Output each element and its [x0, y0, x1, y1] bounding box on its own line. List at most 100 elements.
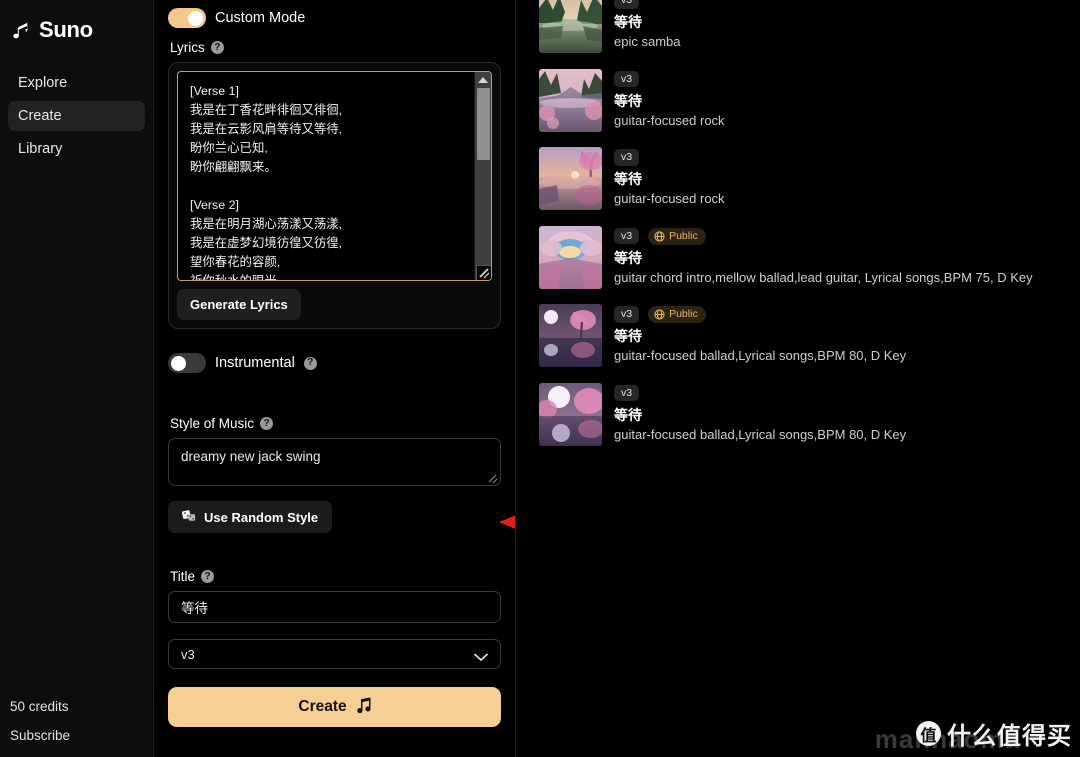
- song-meta: v3 等待 guitar-focused rock: [614, 69, 725, 129]
- public-badge-label: Public: [669, 229, 698, 242]
- watermark: 值 什么值得买: [916, 716, 1072, 751]
- song-description: guitar chord intro,mellow ballad,lead gu…: [614, 269, 1033, 285]
- song-title: 等待: [614, 249, 642, 266]
- sidebar-footer: 50 credits Subscribe: [0, 699, 153, 743]
- song-artwork[interactable]: [539, 0, 602, 53]
- song-description: guitar-focused ballad,Lyrical songs,BPM …: [614, 426, 907, 442]
- lyrics-label: Lyrics: [170, 40, 205, 55]
- public-badge-label: Public: [669, 308, 698, 321]
- song-title: 等待: [614, 171, 642, 187]
- resize-handle-icon[interactable]: [476, 265, 491, 280]
- scroll-up-icon[interactable]: [474, 72, 491, 87]
- song-badges: v3: [614, 70, 725, 89]
- song-badges: v3 Public: [614, 305, 906, 324]
- sidebar-item-library[interactable]: Library: [8, 134, 145, 164]
- use-random-style-button[interactable]: Use Random Style: [168, 501, 333, 533]
- song-description: guitar-focused rock: [614, 112, 725, 128]
- lyrics-textarea[interactable]: [Verse 1] 我是在丁香花畔徘徊又徘徊, 我是在云影风肩等待又等待, 盼你…: [177, 71, 492, 281]
- song-artwork[interactable]: [539, 68, 602, 132]
- custom-mode-row: Custom Mode: [168, 0, 501, 28]
- help-icon[interactable]: ?: [201, 570, 215, 583]
- song-title: 等待: [614, 406, 642, 423]
- song-description: guitar-focused rock: [614, 191, 725, 206]
- song-list-item[interactable]: v3 等待 guitar-focused rock: [539, 147, 1080, 226]
- custom-mode-label: Custom Mode: [215, 10, 306, 26]
- song-artwork[interactable]: [539, 225, 602, 289]
- suno-create-page: Suno Explore Create Library 50 credits S…: [0, 0, 1080, 757]
- style-of-music-input[interactable]: [168, 438, 501, 486]
- dice-icon: [181, 509, 196, 525]
- song-badges: v3 Public: [614, 227, 1033, 246]
- song-title: 等待: [614, 14, 642, 30]
- song-list-item[interactable]: v3 等待 guitar-focused ballad,Lyrical song…: [539, 382, 1080, 462]
- help-icon[interactable]: ?: [210, 41, 224, 54]
- song-badges: v3: [614, 0, 680, 10]
- sidebar: Suno Explore Create Library 50 credits S…: [0, 0, 154, 757]
- title-input[interactable]: [168, 591, 501, 623]
- instrumental-row: Instrumental ?: [168, 345, 501, 373]
- subscribe-link[interactable]: Subscribe: [10, 728, 153, 743]
- song-artwork[interactable]: [539, 304, 602, 367]
- version-badge: v3: [614, 149, 640, 166]
- song-badges: v3: [614, 148, 725, 167]
- globe-icon: [654, 230, 665, 242]
- song-description: guitar-focused ballad,Lyrical songs,BPM …: [614, 348, 907, 363]
- song-meta: v3 等待 guitar-focused rock: [614, 147, 725, 207]
- create-button[interactable]: Create: [168, 687, 501, 727]
- sidebar-item-label: Library: [18, 141, 63, 157]
- song-meta: v3 等待 guitar-focused ballad,Lyrical song…: [614, 383, 906, 443]
- song-meta: v3 Public 等待 guitar chord intro,mellow b…: [614, 226, 1033, 286]
- toggle-knob: [171, 355, 186, 371]
- brand-name: Suno: [39, 17, 93, 42]
- song-meta: v3 Public 等待 guitar-focused ballad,Lyric…: [614, 304, 906, 364]
- instrumental-toggle[interactable]: [168, 353, 206, 373]
- version-badge: v3: [614, 70, 640, 88]
- song-artwork[interactable]: [539, 382, 602, 446]
- song-list-panel: v3 等待 epic samba v3 等待 guitar-focused ro…: [516, 0, 1080, 757]
- version-badge: v3: [614, 0, 640, 9]
- help-icon[interactable]: ?: [303, 356, 317, 370]
- song-title: 等待: [614, 92, 642, 109]
- song-list-item[interactable]: v3 Public 等待 guitar chord intro,mellow b…: [539, 225, 1080, 305]
- lyrics-scrollbar[interactable]: [474, 72, 491, 280]
- version-badge: v3: [614, 227, 640, 245]
- brand[interactable]: Suno: [0, 0, 153, 46]
- sidebar-item-explore[interactable]: Explore: [8, 68, 145, 98]
- music-note-icon: [12, 20, 32, 40]
- model-version-select[interactable]: v3: [168, 639, 501, 669]
- sidebar-item-label: Create: [18, 108, 62, 124]
- song-meta: v3 等待 epic samba: [614, 0, 680, 50]
- toggle-knob: [188, 10, 203, 26]
- public-badge: Public: [648, 306, 706, 323]
- custom-mode-toggle[interactable]: [168, 8, 206, 28]
- song-list-item[interactable]: v3 等待 guitar-focused rock: [539, 68, 1080, 148]
- credits-label[interactable]: 50 credits: [10, 699, 153, 714]
- watermark-ghost-text: manhaoma: [874, 724, 1020, 754]
- create-form-panel: Custom Mode Lyrics ? [Verse 1] 我是在丁香花畔徘徊…: [154, 0, 516, 757]
- style-label-row: Style of Music ?: [170, 416, 501, 431]
- chevron-down-icon: [474, 650, 488, 661]
- style-input-wrap: [168, 438, 501, 491]
- song-badges: v3: [614, 384, 906, 403]
- style-of-music-label: Style of Music: [170, 416, 255, 431]
- song-artwork[interactable]: [539, 147, 602, 210]
- globe-icon: [654, 309, 665, 320]
- song-list-item[interactable]: v3 Public 等待 guitar-focused ballad,Lyric…: [539, 304, 1080, 383]
- arrow-random-style: [499, 515, 515, 529]
- song-list-item[interactable]: v3 等待 epic samba: [539, 0, 1080, 69]
- sidebar-item-label: Explore: [18, 75, 68, 91]
- title-label-row: Title ?: [170, 569, 501, 584]
- lyrics-card: [Verse 1] 我是在丁香花畔徘徊又徘徊, 我是在云影风肩等待又等待, 盼你…: [168, 62, 501, 329]
- instrumental-label: Instrumental: [215, 355, 295, 371]
- create-button-label: Create: [298, 698, 347, 715]
- scrollbar-thumb[interactable]: [477, 88, 490, 160]
- title-label: Title: [170, 569, 196, 584]
- generate-lyrics-button[interactable]: Generate Lyrics: [177, 289, 301, 320]
- music-note-icon: [356, 697, 371, 718]
- sidebar-item-create[interactable]: Create: [8, 101, 145, 131]
- lyrics-label-row: Lyrics ?: [170, 40, 501, 55]
- sidebar-nav: Explore Create Library: [0, 68, 153, 164]
- help-icon[interactable]: ?: [260, 417, 274, 430]
- version-badge: v3: [614, 306, 640, 323]
- use-random-style-label: Use Random Style: [204, 509, 319, 525]
